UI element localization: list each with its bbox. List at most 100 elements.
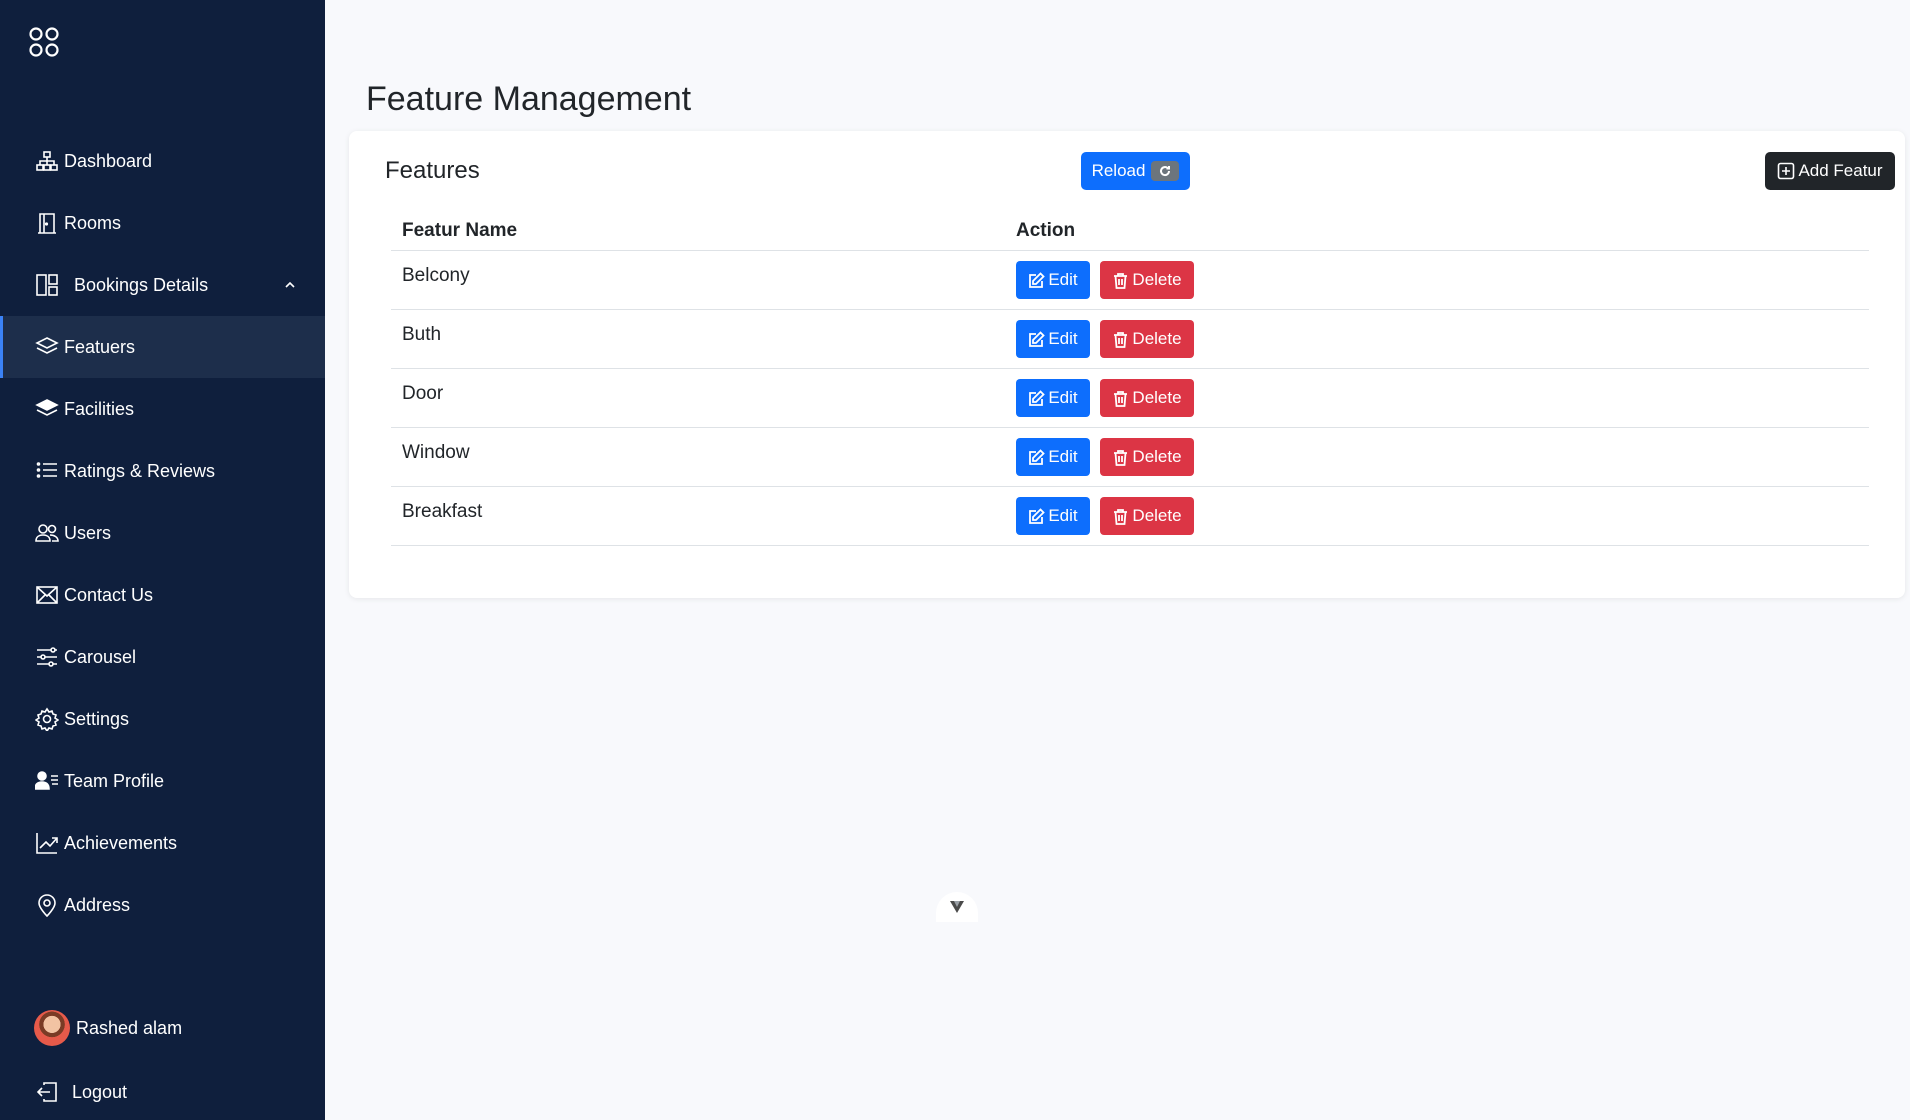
edit-label: Edit: [1048, 270, 1078, 289]
feature-name: Door: [402, 383, 444, 404]
sidebar-item-contact-us[interactable]: Contact Us: [0, 564, 325, 626]
feature-name: Breakfast: [402, 501, 483, 522]
delete-label: Delete: [1132, 270, 1182, 289]
geo-alt-icon: [34, 892, 60, 918]
pencil-square-icon: [1028, 330, 1048, 348]
sidebar-item-address[interactable]: Address: [0, 874, 325, 936]
sidebar-item-ratings-reviews[interactable]: Ratings & Reviews: [0, 440, 325, 502]
sidebar-item-label: Facilities: [64, 398, 135, 419]
sidebar-item-label: Contact Us: [64, 584, 154, 605]
delete-button[interactable]: Delete: [1100, 379, 1194, 417]
edit-button[interactable]: Edit: [1016, 320, 1090, 358]
devtools-toggle-icon[interactable]: [936, 892, 978, 922]
app-logo-icon[interactable]: [28, 26, 62, 60]
delete-label: Delete: [1132, 329, 1182, 348]
delete-button[interactable]: Delete: [1100, 261, 1194, 299]
feature-name: Belcony: [402, 265, 470, 286]
features-table: Featur Name Action Belcony Edit Delete B…: [391, 208, 1869, 546]
pencil-square-icon: [1028, 507, 1048, 525]
diagram-icon: [34, 148, 60, 174]
features-card: Features Reload Add Featur Featur Name A…: [349, 131, 1905, 598]
add-feature-label: Add Featur: [1798, 161, 1883, 180]
sidebar-item-label: Dashboard: [64, 150, 153, 171]
column-header-action: Action: [1016, 220, 1076, 241]
sidebar-item-label: Carousel: [64, 646, 137, 667]
sidebar-item-label: Address: [64, 894, 131, 915]
sidebar-item-users[interactable]: Users: [0, 502, 325, 564]
door-icon: [34, 210, 60, 236]
table-row: Belcony Edit Delete: [391, 251, 1869, 310]
delete-button[interactable]: Delete: [1100, 438, 1194, 476]
page-title: Feature Management: [366, 80, 692, 118]
avatar: [34, 1010, 70, 1046]
delete-label: Delete: [1132, 388, 1182, 407]
sidebar-item-facilities[interactable]: Facilities: [0, 378, 325, 440]
sidebar-item-achievements[interactable]: Achievements: [0, 812, 325, 874]
pencil-square-icon: [1028, 448, 1048, 466]
reload-label: Reload: [1091, 161, 1146, 180]
edit-button[interactable]: Edit: [1016, 438, 1090, 476]
delete-label: Delete: [1132, 506, 1182, 525]
sidebar-item-label: Achievements: [64, 832, 178, 853]
sidebar-item-rooms[interactable]: Rooms: [0, 192, 325, 254]
edit-label: Edit: [1048, 388, 1078, 407]
sidebar-item-team-profile[interactable]: Team Profile: [0, 750, 325, 812]
sidebar-item-label: Settings: [64, 708, 130, 729]
sidebar-item-label: Team Profile: [64, 770, 165, 791]
logout-icon: [34, 1079, 60, 1105]
sidebar-item-carousel[interactable]: Carousel: [0, 626, 325, 688]
edit-label: Edit: [1048, 329, 1078, 348]
add-feature-button[interactable]: Add Featur: [1765, 152, 1895, 190]
user-profile[interactable]: Rashed alam: [34, 1010, 182, 1046]
table-row: Door Edit Delete: [391, 369, 1869, 428]
chevron-up-icon[interactable]: [283, 276, 297, 290]
edit-button[interactable]: Edit: [1016, 379, 1090, 417]
people-icon: [34, 520, 60, 546]
table-row: Buth Edit Delete: [391, 310, 1869, 369]
plus-square-icon: [1777, 162, 1798, 180]
trash-icon: [1112, 390, 1132, 407]
edit-button[interactable]: Edit: [1016, 497, 1090, 535]
gear-icon: [34, 706, 60, 732]
sidebar-item-label: Users: [64, 522, 112, 543]
reload-button[interactable]: Reload: [1081, 152, 1190, 190]
trash-icon: [1112, 508, 1132, 525]
list-icon: [34, 458, 60, 484]
person-lines-icon: [34, 768, 60, 794]
user-name: Rashed alam: [76, 1017, 183, 1038]
sidebar-item-featuers[interactable]: Featuers: [0, 316, 325, 378]
layout-icon: [34, 272, 60, 298]
pencil-square-icon: [1028, 389, 1048, 407]
sidebar-item-label: Rooms: [64, 212, 122, 233]
sliders-icon: [34, 644, 60, 670]
sidebar: Dashboard Rooms Bookings Details Featuer…: [0, 0, 325, 1120]
feature-name: Buth: [402, 324, 442, 345]
sidebar-item-bookings-details[interactable]: Bookings Details: [0, 254, 325, 316]
table-row: Window Edit Delete: [391, 428, 1869, 487]
logout-button[interactable]: Logout: [34, 1076, 127, 1108]
main-content: Feature Management Features Reload Add F…: [325, 0, 1910, 1120]
column-header-name: Featur Name: [402, 220, 518, 241]
table-row: Breakfast Edit Delete: [391, 487, 1869, 546]
logout-label: Logout: [72, 1081, 128, 1102]
sidebar-item-settings[interactable]: Settings: [0, 688, 325, 750]
sidebar-item-dashboard[interactable]: Dashboard: [0, 130, 325, 192]
card-title: Features: [385, 157, 480, 184]
delete-button[interactable]: Delete: [1100, 320, 1194, 358]
sidebar-item-label: Bookings Details: [74, 274, 209, 295]
edit-button[interactable]: Edit: [1016, 261, 1090, 299]
pencil-square-icon: [1028, 271, 1048, 289]
refresh-icon: [1151, 161, 1180, 181]
trash-icon: [1112, 272, 1132, 289]
layers-filled-icon: [34, 396, 60, 422]
delete-button[interactable]: Delete: [1100, 497, 1194, 535]
delete-label: Delete: [1132, 447, 1182, 466]
feature-name: Window: [402, 442, 470, 463]
edit-label: Edit: [1048, 447, 1078, 466]
sidebar-item-label: Featuers: [64, 336, 136, 357]
trash-icon: [1112, 449, 1132, 466]
trash-icon: [1112, 331, 1132, 348]
graph-up-icon: [34, 830, 60, 856]
sidebar-item-label: Ratings & Reviews: [64, 460, 216, 481]
table-header: Featur Name Action: [391, 208, 1869, 251]
